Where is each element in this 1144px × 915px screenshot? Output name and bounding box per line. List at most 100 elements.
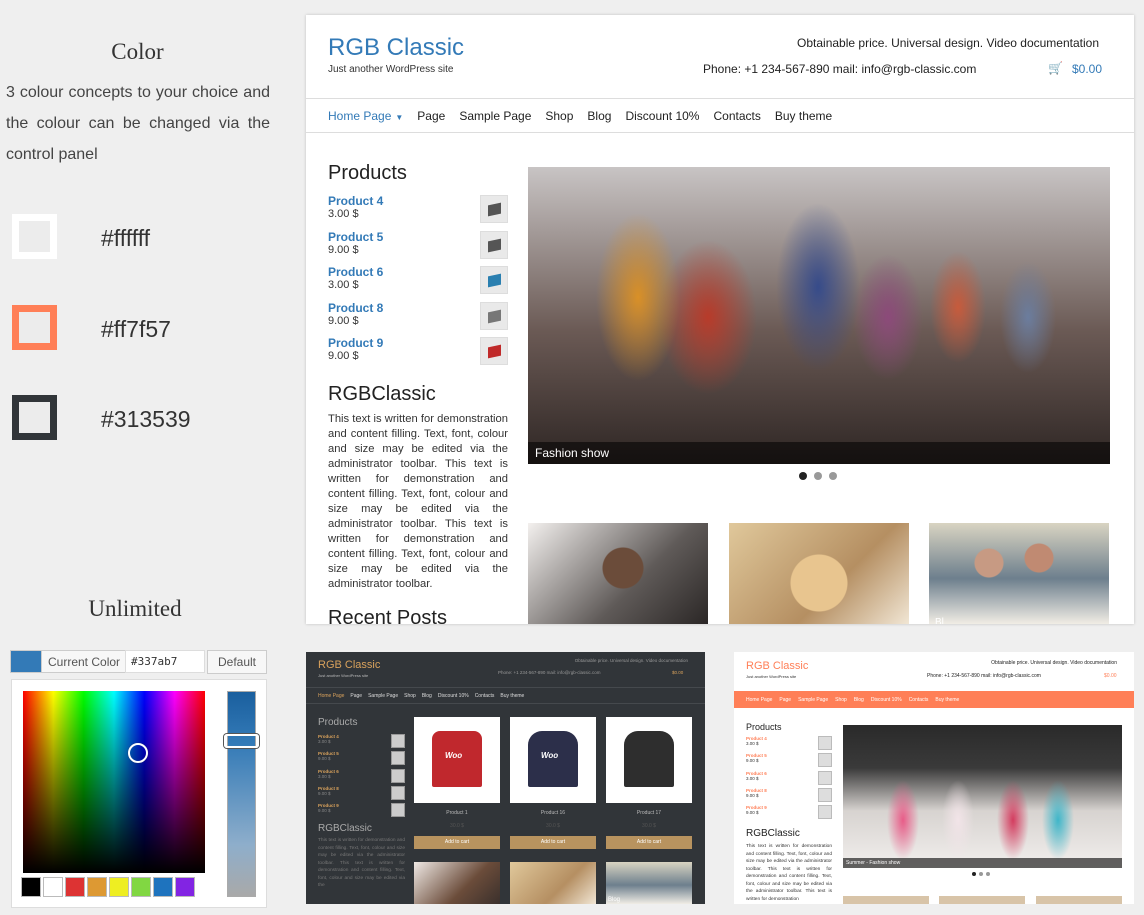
list-item: Product 8 9.00 $	[328, 301, 508, 337]
slider-dot[interactable]	[986, 872, 990, 876]
product-card-image[interactable]: Woo	[510, 717, 596, 803]
coral-nav-item[interactable]: Home Page	[746, 697, 772, 703]
product-card-image[interactable]: Woo	[414, 717, 500, 803]
coral-nav: Home Page Page Sample Page Shop Blog Dis…	[734, 691, 1134, 708]
product-card-label[interactable]: Product 1	[414, 810, 500, 816]
add-to-cart-button[interactable]: Add to cart	[606, 836, 692, 849]
product-thumbnail[interactable]	[391, 734, 405, 748]
dark-nav-item[interactable]: Home Page	[318, 693, 344, 699]
saturation-handle[interactable]	[128, 743, 148, 763]
product-thumbnail[interactable]	[480, 266, 508, 294]
coral-site-contact: Phone: +1 234-567-890 mail: info@rgb-cla…	[927, 673, 1041, 679]
lightness-strip[interactable]	[227, 691, 256, 897]
nav-buy-theme[interactable]: Buy theme	[775, 109, 832, 123]
slider-dot[interactable]	[829, 472, 837, 480]
palette-yellow[interactable]	[109, 877, 129, 897]
coral-cart-total: $0.00	[1104, 673, 1117, 679]
product-thumbnail[interactable]	[391, 751, 405, 766]
coral-nav-item[interactable]: Blog	[854, 697, 864, 703]
blog-thumbnail[interactable]: Blog	[606, 862, 692, 904]
coral-nav-item[interactable]: Buy theme	[935, 697, 959, 703]
hoodie-icon: Woo	[528, 731, 578, 787]
dark-nav-item[interactable]: Page	[350, 693, 362, 699]
coral-nav-item[interactable]: Page	[779, 697, 791, 703]
palette-red[interactable]	[65, 877, 85, 897]
palette-purple[interactable]	[175, 877, 195, 897]
hex-input[interactable]: #337ab7	[125, 650, 205, 673]
nav-home-page[interactable]: Home Page ▼	[328, 109, 403, 123]
product-thumbnail[interactable]	[391, 803, 405, 818]
site-title[interactable]: RGB Classic	[328, 34, 464, 62]
coral-nav-item[interactable]: Sample Page	[798, 697, 828, 703]
dark-nav-item[interactable]: Buy theme	[500, 693, 524, 699]
palette-black[interactable]	[21, 877, 41, 897]
blog-thumbnail[interactable]	[414, 862, 500, 904]
product-thumbnail[interactable]	[480, 230, 508, 259]
product-thumbnail[interactable]	[818, 753, 832, 768]
blog-thumbnail[interactable]	[843, 896, 929, 904]
blog-thumbnail[interactable]	[1036, 896, 1122, 904]
palette-white[interactable]	[43, 877, 63, 897]
coral-products-heading: Products	[746, 722, 782, 732]
current-color-button[interactable]: Current Color	[10, 650, 128, 674]
hero-slider-image[interactable]: Fashion show	[528, 167, 1110, 464]
product-card-label[interactable]: Product 16	[510, 810, 596, 816]
dark-nav-item[interactable]: Sample Page	[368, 693, 398, 699]
coral-hero-caption: Summer - Fashion show	[843, 858, 1122, 868]
saturation-field[interactable]	[23, 691, 205, 873]
coral-nav-item[interactable]: Contacts	[909, 697, 929, 703]
lightness-slider-handle[interactable]	[224, 734, 259, 748]
chevron-down-icon: ▼	[395, 112, 404, 122]
product-thumbnail[interactable]	[818, 736, 832, 750]
list-item: Product 5 9.00 $	[318, 751, 405, 768]
nav-discount[interactable]: Discount 10%	[625, 109, 699, 123]
product-thumbnail[interactable]	[391, 768, 405, 783]
color-palette	[21, 877, 195, 897]
nav-page[interactable]: Page	[417, 109, 445, 123]
add-to-cart-button[interactable]: Add to cart	[414, 836, 500, 849]
slider-dot[interactable]	[799, 472, 807, 480]
dark-nav-item[interactable]: Discount 10%	[438, 693, 469, 699]
coral-site-title: RGB Classic	[746, 660, 809, 672]
blog-thumbnail[interactable]: Bl	[929, 523, 1109, 624]
dark-nav-item[interactable]: Blog	[422, 693, 432, 699]
main-nav: Home Page ▼ Page Sample Page Shop Blog Di…	[306, 98, 1134, 133]
product-thumbnail[interactable]	[391, 785, 405, 800]
slider-dot[interactable]	[814, 472, 822, 480]
product-thumbnail[interactable]	[818, 770, 832, 785]
site-promo: Obtainable price. Universal design. Vide…	[797, 36, 1099, 50]
slider-dot[interactable]	[979, 872, 983, 876]
dark-nav-item[interactable]: Contacts	[475, 693, 495, 699]
palette-green[interactable]	[131, 877, 151, 897]
product-thumbnail[interactable]	[480, 337, 508, 365]
cart-icon[interactable]: 🛒	[1048, 61, 1063, 75]
product-card-image[interactable]	[606, 717, 692, 803]
blog-thumbnail[interactable]	[528, 523, 708, 624]
slider-dot[interactable]	[972, 872, 976, 876]
coral-hero-image[interactable]: Summer - Fashion show	[843, 725, 1122, 868]
coral-slider-dots	[972, 872, 990, 876]
add-to-cart-button[interactable]: Add to cart	[510, 836, 596, 849]
nav-contacts[interactable]: Contacts	[713, 109, 760, 123]
dark-nav-item[interactable]: Shop	[404, 693, 416, 699]
nav-sample-page[interactable]: Sample Page	[459, 109, 531, 123]
list-item: Product 9 9.00 $	[746, 805, 832, 822]
product-card-label[interactable]: Product 17	[606, 810, 692, 816]
product-thumbnail[interactable]	[818, 805, 832, 820]
blog-thumbnail[interactable]	[510, 862, 596, 904]
product-thumbnail[interactable]	[480, 195, 508, 223]
blog-thumbnail-caption: Blog	[608, 897, 621, 903]
nav-blog[interactable]: Blog	[587, 109, 611, 123]
coral-nav-item[interactable]: Shop	[835, 697, 847, 703]
dark-site-contact: Phone: +1 234-567-890 mail: info@rgb-cla…	[498, 670, 601, 675]
coral-nav-item[interactable]: Discount 10%	[871, 697, 902, 703]
product-thumbnail[interactable]	[818, 787, 832, 802]
palette-blue[interactable]	[153, 877, 173, 897]
palette-orange[interactable]	[87, 877, 107, 897]
nav-shop[interactable]: Shop	[545, 109, 573, 123]
blog-thumbnail[interactable]	[939, 896, 1025, 904]
product-thumbnail[interactable]	[480, 301, 508, 330]
cart-total[interactable]: $0.00	[1072, 62, 1102, 76]
blog-thumbnail[interactable]	[729, 523, 909, 624]
default-button[interactable]: Default	[207, 650, 267, 674]
